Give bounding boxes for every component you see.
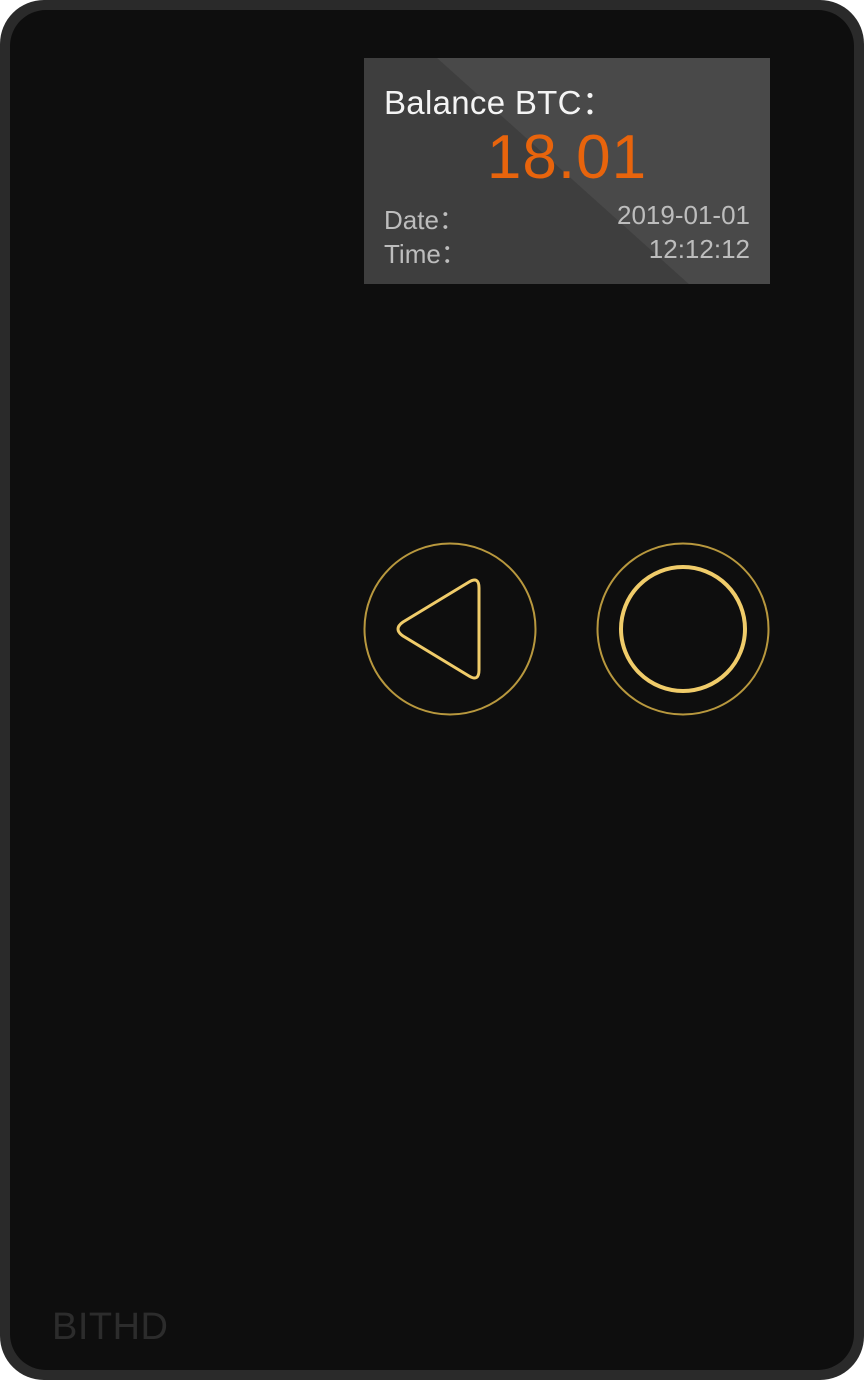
time-value: 12:12:12	[648, 234, 750, 264]
confirm-button[interactable]	[596, 542, 770, 716]
back-button[interactable]	[363, 542, 537, 716]
hardware-wallet-device: Balance BTC： 18.01 Date： 2019-01-01 Time…	[0, 0, 864, 1380]
device-body: Balance BTC： 18.01 Date： 2019-01-01 Time…	[10, 10, 854, 1370]
triangle-left-icon	[363, 542, 537, 716]
time-row: Time： 12:12:12	[384, 234, 750, 271]
date-row: Date： 2019-01-01	[384, 200, 750, 237]
balance-value: 18.01	[486, 123, 648, 192]
brand-logo: BITHD	[52, 1306, 169, 1348]
circle-icon	[596, 542, 770, 716]
balance-label: Balance BTC：	[384, 84, 616, 121]
device-screen: Balance BTC： 18.01 Date： 2019-01-01 Time…	[364, 58, 770, 284]
time-label: Time：	[384, 239, 467, 269]
date-value: 2019-01-01	[617, 200, 750, 230]
date-label: Date：	[384, 205, 465, 235]
